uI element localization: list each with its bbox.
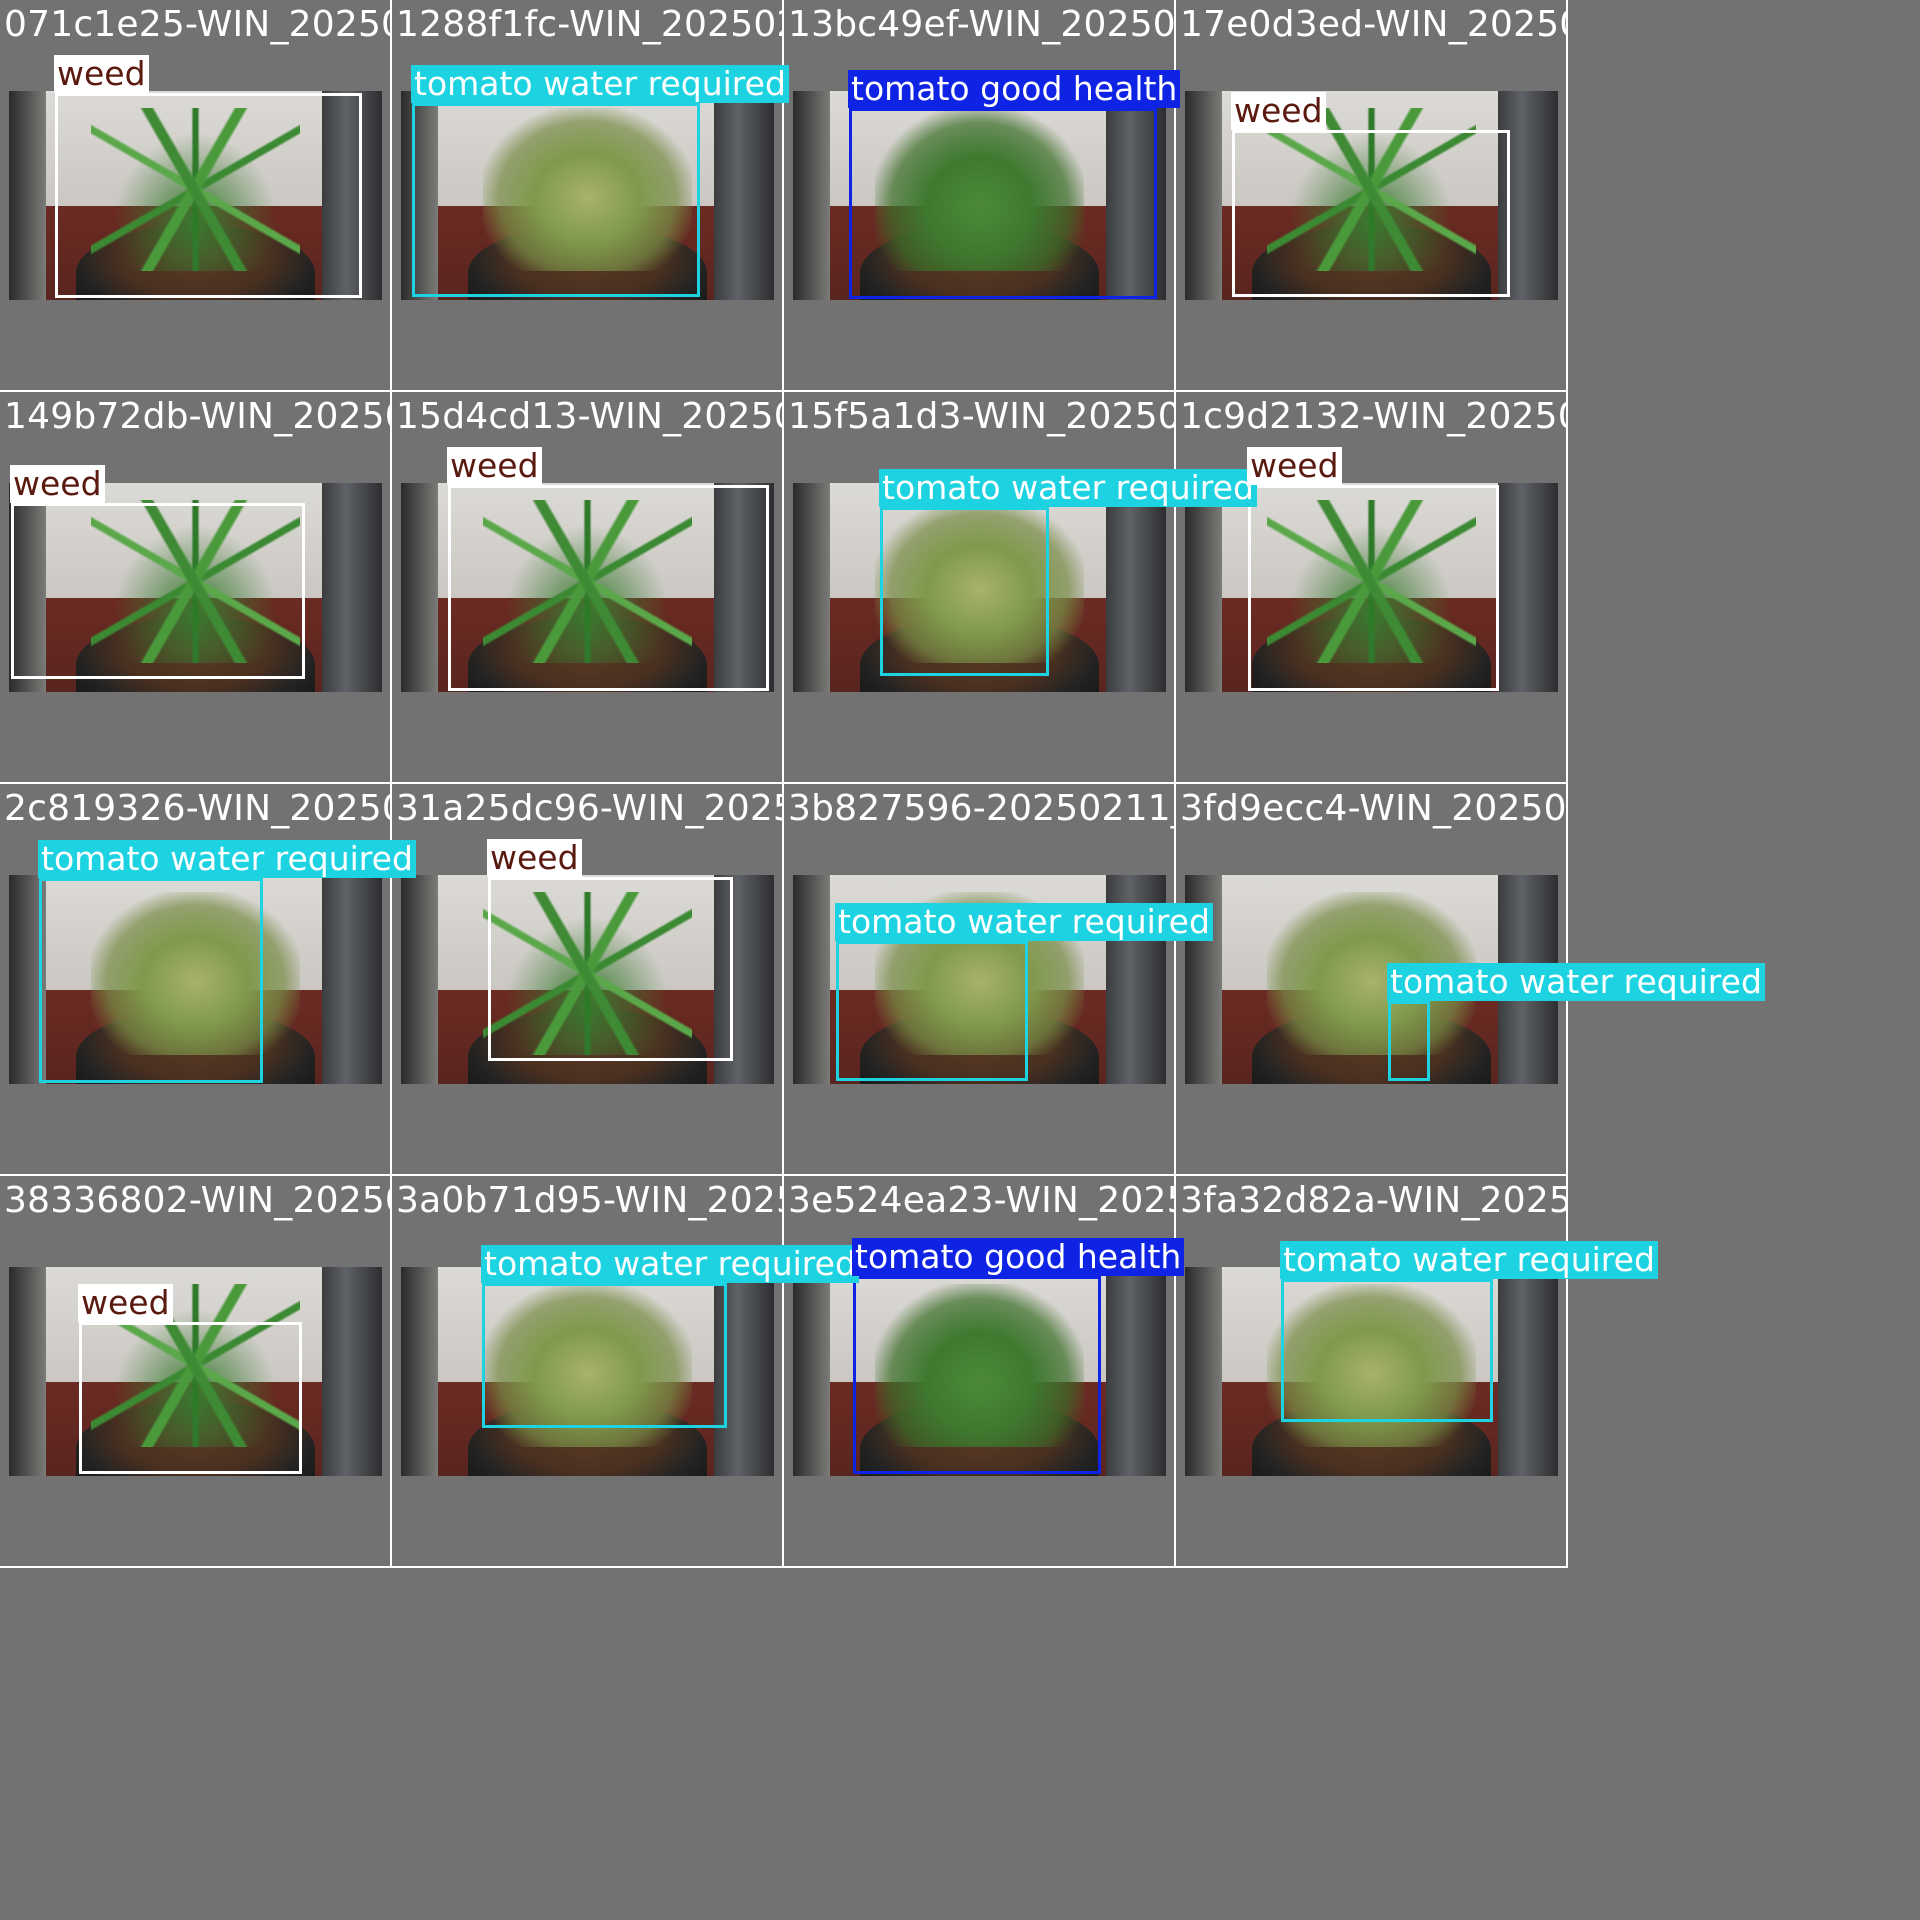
image-filename: 3b827596-20250211_144316.jpg <box>788 788 1174 829</box>
detection-box <box>79 1322 302 1474</box>
detection-box <box>1388 1001 1430 1081</box>
detection-box <box>55 93 362 298</box>
mosaic-grid: 071c1e25-WIN_20250215_15_28_00-Pro.jpg12… <box>0 0 1920 1920</box>
detection-box <box>1248 485 1499 691</box>
detection-box <box>412 103 700 297</box>
detection-box <box>482 1283 727 1428</box>
detection-label: tomato water required <box>879 469 1257 507</box>
detection-label: weed <box>1231 92 1326 130</box>
detection-label: tomato good health <box>852 1238 1185 1276</box>
detection-label: tomato water required <box>481 1245 859 1283</box>
shelf-right <box>322 483 382 692</box>
stand-left <box>1185 1267 1223 1476</box>
image-filename: 13bc49ef-WIN_20250215_15_14_02-Pro.jpg <box>788 4 1176 45</box>
image-filename: 38336802-WIN_20250215_15_27_45-Pro.jpg <box>4 1180 392 1221</box>
stand-left <box>793 91 831 300</box>
detection-box <box>1281 1279 1493 1422</box>
detection-box <box>1232 130 1510 297</box>
detection-box <box>853 1276 1101 1474</box>
stand-left <box>9 91 47 300</box>
stand-left <box>793 483 831 692</box>
detection-label: tomato water required <box>38 840 416 878</box>
stand-left <box>793 875 831 1084</box>
detection-label: weed <box>1247 447 1342 485</box>
image-filename: 2c819326-WIN_20250215_15_25_00-Pro.jpg <box>4 788 392 829</box>
detection-label: weed <box>10 465 105 503</box>
stand-left <box>401 483 439 692</box>
stand-left <box>401 875 439 1084</box>
detection-label: tomato good health <box>848 70 1181 108</box>
detection-box <box>11 503 305 679</box>
detection-box <box>39 878 263 1083</box>
detection-label: tomato water required <box>835 903 1213 941</box>
detection-box <box>849 108 1157 299</box>
shelf-right <box>1498 483 1558 692</box>
stand-left <box>9 1267 47 1476</box>
image-filename: 17e0d3ed-WIN_20250215_15_28_00-Pro.jpg <box>1180 4 1568 45</box>
detection-label: weed <box>54 55 149 93</box>
detection-box <box>448 485 769 691</box>
detection-label: weed <box>447 447 542 485</box>
detection-label: weed <box>487 839 582 877</box>
image-filename: 15d4cd13-WIN_20250215_15_27_08-Pro.jpg <box>396 396 784 437</box>
stand-left <box>401 1267 439 1476</box>
stand-left <box>1185 483 1223 692</box>
shelf-right <box>322 875 382 1084</box>
detection-label: weed <box>78 1284 173 1322</box>
image-filename: 3e524ea23-WIN_20250215_15_19_12-Pro.jpg <box>788 1180 1176 1221</box>
detection-label: tomato water required <box>1387 963 1765 1001</box>
image-filename: 1288f1fc-WIN_20250215_19_03_47-Pro.jpg <box>396 4 784 45</box>
image-filename: 3fa32d82a-WIN_20250215_15_23_32-Pro.jpg <box>1180 1180 1568 1221</box>
detection-box <box>836 941 1028 1081</box>
image-filename: 31a25dc96-WIN_20250215_15_27_59-Pro.jpg <box>396 788 784 829</box>
shelf-right <box>714 91 774 300</box>
shelf-right <box>1498 1267 1558 1476</box>
image-filename: 1c9d2132-WIN_20250215_15_25_23-Pro.jpg <box>1180 396 1568 437</box>
image-filename: 3a0b71d95-WIN_20250215_15_23_32-Pro.jpg <box>396 1180 784 1221</box>
image-filename: 071c1e25-WIN_20250215_15_28_00-Pro.jpg <box>4 4 392 45</box>
detection-label: tomato water required <box>411 65 789 103</box>
shelf-right <box>1106 483 1166 692</box>
stand-left <box>1185 91 1223 300</box>
image-filename: 149b72db-WIN_20250215_15_28_13-Pro.jpg <box>4 396 392 437</box>
stand-left <box>793 1267 831 1476</box>
detection-label: tomato water required <box>1280 1241 1658 1279</box>
shelf-right <box>1106 1267 1166 1476</box>
shelf-right <box>322 1267 382 1476</box>
image-filename: 3fd9ecc4-WIN_20250215_15_14_10-Pro.jpg <box>1180 788 1568 829</box>
image-filename: 15f5a1d3-WIN_20250215_15_22_47-Pro.jpg <box>788 396 1176 437</box>
detection-box <box>880 507 1049 676</box>
detection-box <box>488 877 733 1061</box>
